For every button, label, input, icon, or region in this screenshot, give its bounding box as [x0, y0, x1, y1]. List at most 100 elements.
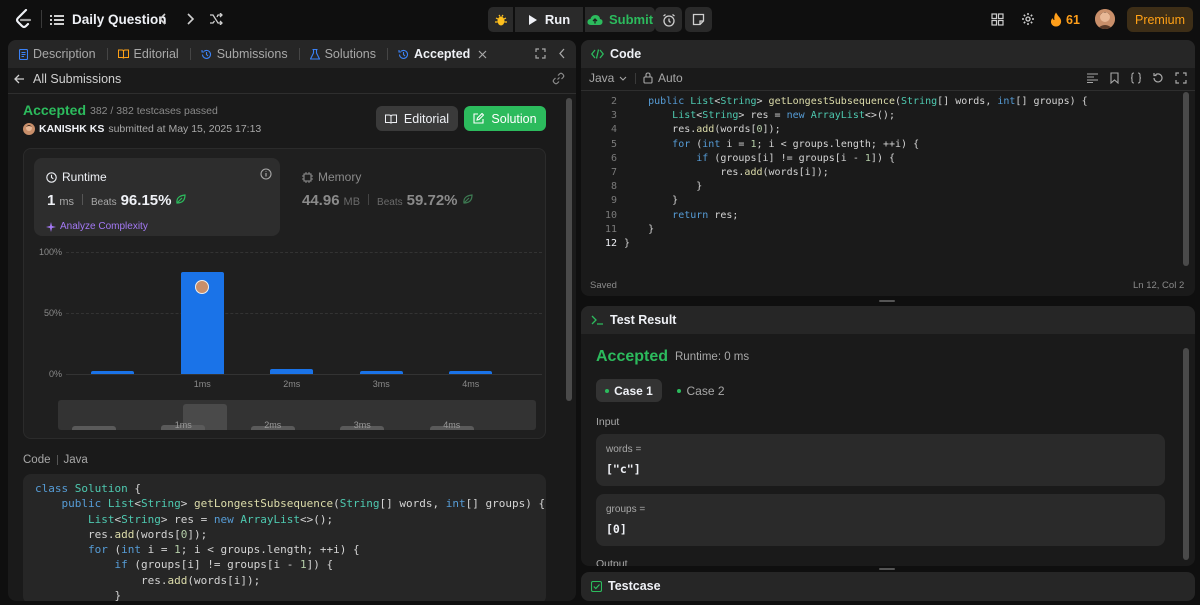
submitted-code-block[interactable]: class Solution { public List<String> get… [23, 474, 546, 601]
editor-line: } [624, 181, 703, 193]
resize-handle[interactable] [879, 300, 895, 302]
premium-button[interactable]: Premium [1127, 7, 1193, 32]
input-words[interactable]: words = ["c"] [596, 434, 1165, 486]
notes-button[interactable] [685, 7, 712, 32]
reset-code-button[interactable] [1152, 72, 1164, 84]
editor-status-saved: Saved [590, 280, 617, 291]
x-tick-label: 1ms [193, 379, 211, 389]
tab-separator [189, 48, 191, 60]
chip-icon [302, 171, 313, 183]
result-scrollbar[interactable] [1183, 348, 1189, 560]
random-question-button[interactable] [201, 4, 231, 34]
gridline [66, 252, 542, 253]
gridline [66, 374, 542, 375]
chart-bar[interactable] [359, 371, 403, 374]
tab-accepted[interactable]: Accepted [393, 47, 492, 61]
editorial-button-label: Editorial [403, 111, 450, 126]
tab-description[interactable]: Description [14, 47, 113, 61]
result-status: Accepted [596, 348, 669, 365]
range-mini-bar [71, 426, 116, 430]
editor-code-area[interactable]: public List<String> getLongestSubsequenc… [624, 96, 1179, 252]
all-submissions-link[interactable]: All Submissions [14, 71, 121, 87]
beats-label: Beats [91, 197, 117, 208]
chevron-down-icon [619, 76, 627, 81]
line-number: 12 [604, 237, 617, 249]
layout-button[interactable] [982, 4, 1012, 34]
close-icon[interactable] [478, 50, 487, 59]
case-2-label: Case 2 [686, 383, 725, 398]
solution-button[interactable]: Solution [464, 106, 546, 131]
chart-bar[interactable] [449, 371, 493, 374]
tab-editorial[interactable]: Editorial [113, 47, 196, 61]
braces-button[interactable] [1130, 72, 1142, 84]
testcase-panel[interactable]: Testcase [581, 572, 1195, 601]
chart-bar[interactable] [91, 371, 135, 374]
streak-counter[interactable]: 61 [1050, 7, 1080, 32]
link-icon [552, 72, 565, 85]
code-section-lang: Java [63, 454, 88, 466]
editor-cursor-position: Ln 12, Col 2 [1133, 280, 1185, 291]
chart-bar[interactable] [180, 271, 224, 374]
range-label: 1ms [174, 420, 192, 430]
submit-button[interactable]: Submit [585, 7, 655, 32]
case-1-tab[interactable]: Case 1 [596, 379, 662, 402]
debug-button[interactable] [488, 7, 513, 32]
submission-status: Accepted [23, 102, 87, 118]
prev-question-button[interactable] [148, 4, 178, 34]
clock-icon [46, 171, 57, 183]
editorial-button[interactable]: Editorial [376, 106, 458, 131]
format-button[interactable] [1087, 73, 1098, 83]
bookmark-button[interactable] [1110, 72, 1119, 84]
scrollbar[interactable] [566, 98, 572, 401]
tab-solutions[interactable]: Solutions [305, 47, 393, 61]
leetcode-logo[interactable] [12, 6, 36, 32]
range-slider[interactable]: 1ms 2ms 3ms 4ms [58, 400, 536, 430]
tab-submissions[interactable]: Submissions [196, 47, 305, 61]
runtime-values: 1 ms Beats 96.15% [47, 192, 187, 209]
code-editor-panel: Code Java Auto 2 3 4 5 6 7 8 9 10 11 12 p [581, 40, 1195, 296]
note-icon [692, 13, 705, 26]
line-number: 6 [610, 152, 617, 164]
collapse-panel-button[interactable] [558, 48, 566, 59]
autocomplete-label: Auto [658, 71, 683, 85]
book-icon [384, 114, 397, 124]
resize-handle[interactable] [879, 568, 895, 570]
line-number: 10 [604, 209, 617, 221]
case-2-tab[interactable]: Case 2 [671, 379, 731, 402]
run-button[interactable]: Run [515, 7, 583, 32]
autocomplete-toggle[interactable]: Auto [643, 71, 683, 85]
language-select[interactable]: Java [589, 71, 627, 85]
runtime-unit: ms [59, 196, 75, 208]
line-number: 4 [610, 124, 617, 136]
editor-scrollbar[interactable] [1183, 92, 1189, 266]
input-groups[interactable]: groups = [0] [596, 494, 1165, 546]
maximize-panel-button[interactable] [535, 48, 546, 59]
runtime-card[interactable]: Runtime 1 ms Beats 96.15% Analyze Comple… [34, 158, 280, 236]
memory-card[interactable]: Memory 44.96 MB Beats 59.72% [294, 158, 534, 236]
info-icon[interactable] [260, 168, 272, 180]
timer-button[interactable] [655, 7, 682, 32]
code-section-label: Code [23, 454, 51, 466]
pass-dot [605, 388, 610, 393]
range-label: 4ms [443, 420, 461, 430]
editor-line: for (int i = 1; i < groups.length; ++i) … [672, 138, 920, 150]
editor-line: public List<String> getLongestSubsequenc… [648, 96, 1088, 107]
submitter-name[interactable]: KANISHK KS [39, 123, 104, 135]
settings-button[interactable] [1013, 4, 1043, 34]
output-label: Output [596, 558, 628, 566]
code-line: public List<String> getLongestSubsequenc… [61, 497, 546, 511]
chart-bar[interactable] [270, 368, 314, 374]
analyze-complexity-button[interactable]: Analyze Complexity [46, 221, 148, 232]
share-link-button[interactable] [552, 72, 565, 85]
test-result-panel: Test Result Accepted Runtime: 0 ms Case … [581, 306, 1195, 566]
avatar[interactable] [1095, 9, 1115, 29]
terminal-icon [591, 315, 603, 325]
alarm-icon [662, 13, 675, 27]
fullscreen-button[interactable] [1175, 72, 1187, 84]
line-number: 5 [610, 138, 617, 150]
memory-values: 44.96 MB Beats 59.72% [302, 192, 474, 209]
lock-icon [643, 72, 653, 84]
memory-value: 44.96 [302, 192, 340, 209]
left-panel: Description Editorial Submissions Soluti… [8, 40, 576, 601]
tab-separator [298, 48, 300, 60]
